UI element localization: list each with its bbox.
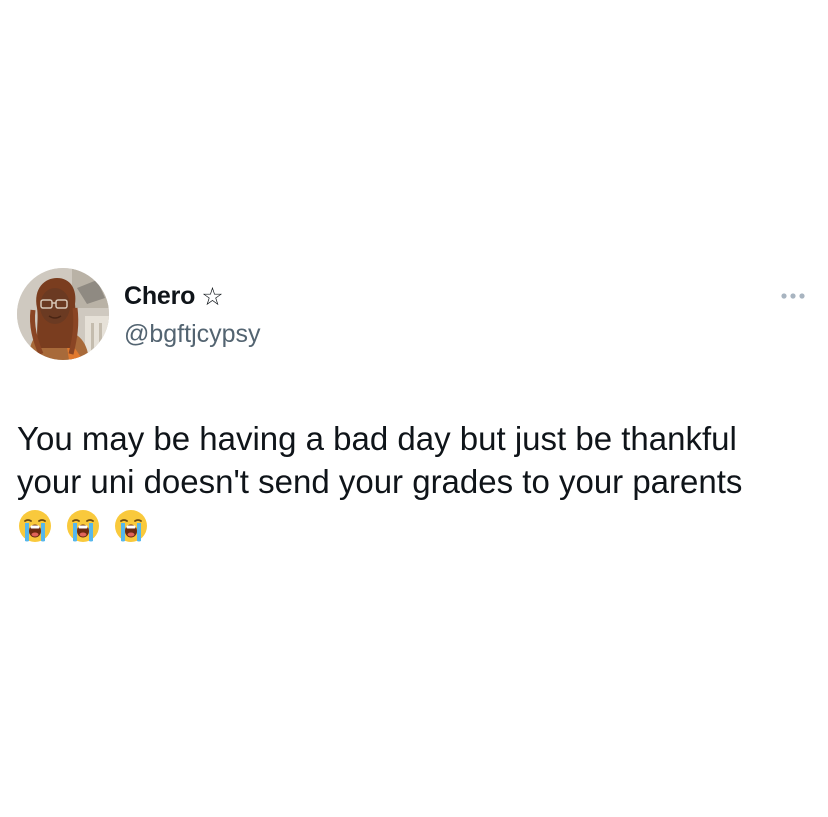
emoji-row	[18, 509, 148, 543]
tweet-text: You may be having a bad day but just be …	[17, 417, 817, 503]
author-avatar[interactable]	[17, 268, 109, 360]
author-display-name[interactable]: Chero	[124, 282, 195, 311]
loudly-crying-face-icon	[115, 510, 147, 542]
tweet-text-line: your uni doesn't send your grades to you…	[17, 463, 743, 500]
loudly-crying-face-icon	[19, 510, 51, 542]
more-options-button[interactable]	[780, 283, 806, 309]
author-name-row: Chero ☆	[124, 279, 224, 313]
tweet-text-line: You may be having a bad day but just be …	[17, 420, 737, 457]
tweet-card: Chero ☆ @bgftjcypsy You may be having a …	[0, 0, 828, 817]
more-options-icon	[781, 293, 805, 299]
author-handle[interactable]: @bgftjcypsy	[124, 320, 261, 349]
loudly-crying-face-icon	[67, 510, 99, 542]
star-outline-icon: ☆	[201, 281, 224, 311]
avatar-photo	[17, 268, 109, 360]
